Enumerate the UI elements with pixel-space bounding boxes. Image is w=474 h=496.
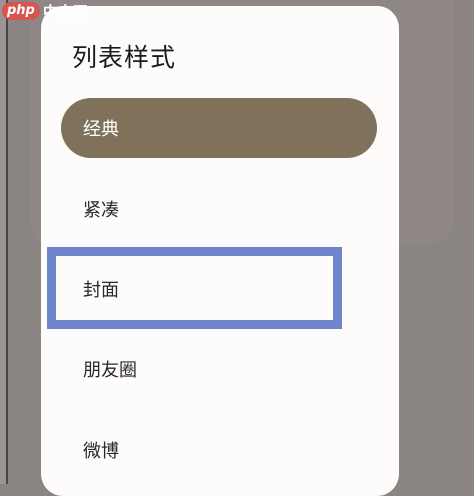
option-weibo[interactable]: 微博 (61, 420, 377, 480)
option-compact[interactable]: 紧凑 (61, 179, 377, 239)
option-cover-label: 封面 (83, 280, 119, 301)
site-watermark: php 中文网 (2, 0, 88, 22)
watermark-logo: php (2, 2, 40, 20)
watermark-text: 中文网 (42, 2, 88, 21)
option-moments-label: 朋友圈 (83, 360, 137, 381)
option-moments[interactable]: 朋友圈 (61, 339, 377, 399)
option-classic[interactable]: 经典 (61, 98, 377, 158)
option-classic-label: 经典 (83, 119, 119, 140)
option-cover[interactable]: 封面 (61, 259, 377, 319)
option-weibo-label: 微博 (83, 441, 119, 462)
dialog-title: 列表样式 (72, 43, 177, 72)
window-left-edge (0, 0, 8, 484)
option-compact-label: 紧凑 (83, 200, 119, 221)
list-style-dialog: 列表样式 经典 紧凑 封面 朋友圈 微博 (41, 6, 399, 496)
